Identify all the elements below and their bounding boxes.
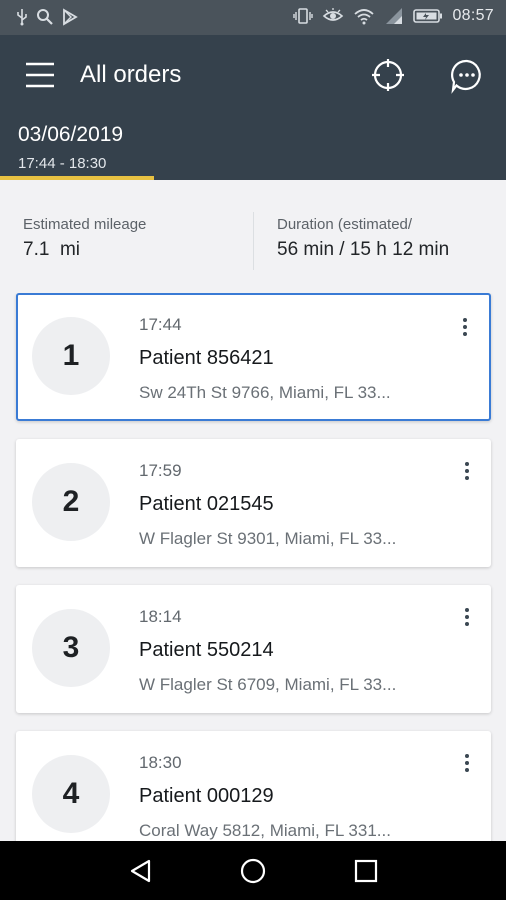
order-address: Coral Way 5812, Miami, FL 331... (139, 821, 391, 840)
order-address: W Flagler St 6709, Miami, FL 33... (139, 675, 397, 694)
status-bar: 08:57 (0, 0, 506, 35)
search-icon (37, 9, 53, 25)
mileage-label: Estimated mileage (23, 216, 147, 233)
wifi-icon (354, 9, 375, 25)
system-nav-bar (0, 841, 506, 900)
eye-comfort-icon (323, 8, 344, 21)
menu-icon (26, 62, 54, 88)
order-address: W Flagler St 9301, Miami, FL 33... (139, 529, 397, 548)
play-store-icon (63, 8, 78, 26)
order-number: 1 (32, 317, 110, 395)
order-more-button[interactable] (457, 751, 477, 775)
chat-icon (451, 59, 481, 94)
recents-square-icon (354, 859, 378, 883)
order-number: 2 (32, 463, 110, 541)
route-date: 03/06/2019 (18, 123, 124, 146)
order-time: 18:14 (139, 607, 182, 626)
more-vert-icon (465, 462, 469, 466)
duration-summary: Duration (estimated/ 56 min / 15 h 12 mi… (277, 216, 449, 261)
order-number: 4 (32, 755, 110, 833)
more-vert-icon (463, 325, 467, 329)
more-vert-icon (465, 469, 469, 473)
nav-home-button[interactable] (239, 857, 267, 885)
order-card[interactable]: 3 18:14 Patient 550214 W Flagler St 6709… (16, 585, 491, 713)
back-triangle-icon (130, 859, 151, 883)
duration-label: Duration (estimated/ (277, 216, 413, 233)
more-vert-icon (465, 754, 469, 758)
usb-icon (17, 9, 27, 26)
order-card[interactable]: 2 17:59 Patient 021545 W Flagler St 9301… (16, 439, 491, 567)
order-patient-name: Patient 550214 (139, 639, 274, 661)
nav-back-button[interactable] (127, 857, 155, 885)
page-title: All orders (80, 61, 182, 88)
order-more-button[interactable] (457, 605, 477, 629)
chat-button[interactable] (448, 57, 486, 95)
more-vert-icon (465, 768, 469, 772)
order-time: 17:44 (139, 315, 182, 334)
vibrate-icon (293, 8, 314, 24)
summary-divider (253, 212, 254, 270)
more-vert-icon (463, 318, 467, 322)
order-time: 17:59 (139, 461, 182, 480)
more-vert-icon (465, 608, 469, 612)
order-card[interactable]: 1 17:44 Patient 856421 Sw 24Th St 9766, … (16, 293, 491, 421)
mileage-value: 7.1 mi (23, 239, 81, 260)
signal-icon (386, 8, 403, 24)
more-vert-icon (465, 476, 469, 480)
orders-list: 1 17:44 Patient 856421 Sw 24Th St 9766, … (0, 293, 506, 841)
order-patient-name: Patient 000129 (139, 785, 274, 807)
home-circle-icon (240, 858, 266, 884)
order-time: 18:30 (139, 753, 182, 772)
app-bar: All orders 03/06/2019 17:44 - 18:30 (0, 35, 506, 180)
mileage-summary: Estimated mileage 7.1 mi (23, 216, 146, 261)
more-vert-icon (465, 615, 469, 619)
duration-value: 56 min / 15 h 12 min (277, 239, 450, 260)
status-bar-left-icons (16, 8, 78, 26)
order-patient-name: Patient 856421 (139, 347, 274, 369)
order-card[interactable]: 4 18:30 Patient 000129 Coral Way 5812, M… (16, 731, 491, 841)
menu-button[interactable] (22, 57, 58, 93)
order-more-button[interactable] (455, 315, 475, 339)
order-address: Sw 24Th St 9766, Miami, FL 33... (139, 383, 391, 402)
more-vert-icon (465, 761, 469, 765)
more-vert-icon (463, 332, 467, 336)
route-time-range: 17:44 - 18:30 (18, 155, 107, 172)
more-vert-icon (465, 622, 469, 626)
route-summary: Estimated mileage 7.1 mi Duration (estim… (0, 180, 506, 284)
battery-icon (413, 9, 443, 23)
order-more-button[interactable] (457, 459, 477, 483)
order-number: 3 (32, 609, 110, 687)
nav-recents-button[interactable] (352, 857, 380, 885)
crosshair-icon (372, 59, 404, 91)
locate-button[interactable] (370, 57, 406, 93)
order-patient-name: Patient 021545 (139, 493, 274, 515)
status-time: 08:57 (452, 7, 494, 24)
status-bar-right-icons: 08:57 (293, 7, 494, 25)
